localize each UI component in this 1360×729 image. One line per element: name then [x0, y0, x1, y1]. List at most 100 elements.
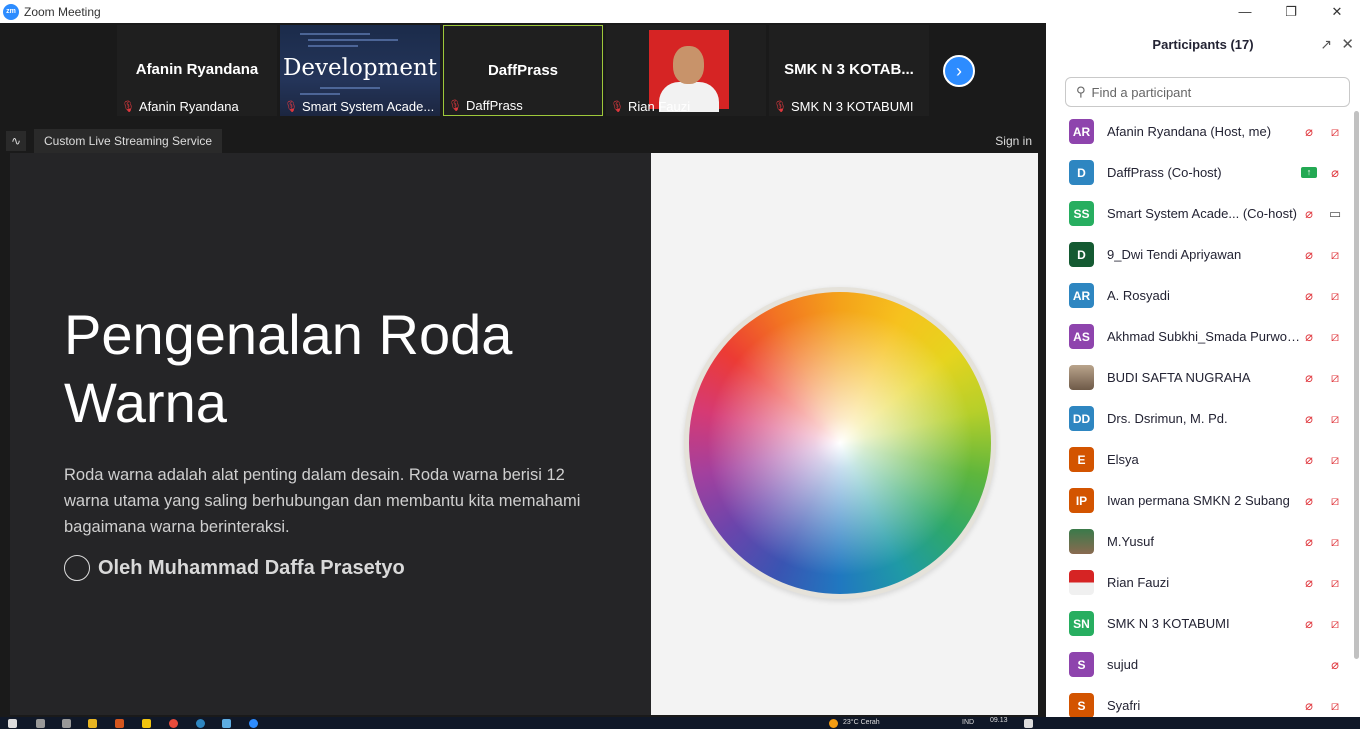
muted-mic-icon[interactable]: ⌀ [1301, 493, 1317, 508]
video-off-icon[interactable]: ⧄ [1325, 247, 1345, 262]
task-view-icon[interactable] [62, 719, 71, 728]
search-input[interactable] [1091, 84, 1332, 100]
participant-search: ⚲ [1065, 77, 1350, 107]
input-language[interactable]: IND [962, 719, 974, 728]
participant-avatar: DD [1069, 406, 1094, 431]
chrome-icon[interactable] [169, 719, 178, 728]
author-name: Oleh Muhammad Daffa Prasetyo [98, 556, 405, 579]
windows-taskbar: 23°C Cerah IND 09.13 [0, 717, 1360, 729]
video-thumbnail[interactable]: Afanin Ryandana 🎙︎ Afanin Ryandana [117, 25, 277, 116]
zoom-logo-icon: zm [3, 3, 19, 20]
next-page-arrow-icon[interactable]: › [943, 55, 975, 87]
participant-row[interactable]: D 9_Dwi Tendi Apriyawan ⌀ ⧄ [1046, 234, 1352, 275]
sign-in-link[interactable]: Sign in [995, 129, 1032, 153]
muted-mic-icon[interactable]: ⌀ [1301, 616, 1317, 631]
participant-name: M.Yusuf [1107, 534, 1154, 549]
participant-name: Iwan permana SMKN 2 Subang [1107, 493, 1290, 508]
participant-row[interactable]: E Elsya ⌀ ⧄ [1046, 439, 1352, 480]
video-off-icon[interactable]: ⧄ [1325, 452, 1345, 467]
muted-mic-icon[interactable]: ⌀ [1325, 165, 1345, 180]
muted-mic-icon: 🎙︎ [610, 100, 624, 113]
participant-row[interactable]: Rian Fauzi ⌀ ⧄ [1046, 562, 1352, 603]
video-on-icon[interactable]: ▭ [1325, 206, 1345, 221]
muted-mic-icon[interactable]: ⌀ [1301, 452, 1317, 467]
slide-text-area: Pengenalan Roda Warna Roda warna adalah … [10, 153, 651, 715]
muted-mic-icon[interactable]: ⌀ [1301, 370, 1317, 385]
muted-mic-icon[interactable]: ⌀ [1301, 534, 1317, 549]
minimize-button[interactable]: — [1222, 0, 1268, 23]
video-thumbnail[interactable]: 🎙︎ Rian Fauzi [606, 25, 766, 116]
muted-mic-icon[interactable]: ⌀ [1301, 575, 1317, 590]
participant-name: 9_Dwi Tendi Apriyawan [1107, 247, 1242, 262]
video-off-icon[interactable]: ⧄ [1325, 411, 1345, 426]
thumbnail-label: 🎙︎ Smart System Acade... [284, 97, 436, 115]
participant-row[interactable]: D DaffPrass (Co-host) ↑ ⌀ [1046, 152, 1352, 193]
participant-avatar: IP [1069, 488, 1094, 513]
thumbnail-label: 🎙︎ SMK N 3 KOTABUMI [773, 97, 925, 115]
participant-row[interactable]: DD Drs. Dsrimun, M. Pd. ⌀ ⧄ [1046, 398, 1352, 439]
live-streaming-label[interactable]: Custom Live Streaming Service [34, 129, 223, 153]
video-off-icon[interactable]: ⧄ [1325, 370, 1345, 385]
sticky-notes-icon[interactable] [142, 719, 151, 728]
participant-row[interactable]: SS Smart System Acade... (Co-host) ⌀ ▭ [1046, 193, 1352, 234]
slide-body: Roda warna adalah alat penting dalam des… [64, 466, 581, 536]
color-wheel [689, 292, 991, 594]
video-off-icon[interactable]: ⧄ [1325, 616, 1345, 631]
start-icon[interactable] [8, 719, 17, 728]
muted-mic-icon[interactable]: ⌀ [1301, 124, 1317, 139]
participant-name: Rian Fauzi [1107, 575, 1170, 590]
maximize-button[interactable]: ❐ [1268, 0, 1314, 23]
participant-name: Syafri [1107, 698, 1141, 713]
participant-row[interactable]: BUDI SAFTA NUGRAHA ⌀ ⧄ [1046, 357, 1352, 398]
participant-row[interactable]: AS Akhmad Subkhi_Smada Purwok... ⌀ ⧄ [1046, 316, 1352, 357]
participant-row[interactable]: AR A. Rosyadi ⌀ ⧄ [1046, 275, 1352, 316]
video-thumbnail[interactable]: Development 🎙︎ Smart System Acade... [280, 25, 440, 116]
participant-row[interactable]: Ssujud ⌀ [1046, 644, 1352, 685]
slide-author: Oleh Muhammad Daffa Prasetyo [64, 555, 405, 581]
video-off-icon[interactable]: ⧄ [1325, 575, 1345, 590]
thumbnail-display-name: Afanin Ryandana [135, 61, 259, 78]
video-off-icon[interactable]: ⧄ [1325, 329, 1345, 344]
video-off-icon[interactable]: ⧄ [1325, 698, 1345, 713]
muted-mic-icon[interactable]: ⌀ [1301, 206, 1317, 221]
video-thumbnail[interactable]: SMK N 3 KOTAB... 🎙︎ SMK N 3 KOTABUMI [769, 25, 929, 116]
search-taskbar-icon[interactable] [36, 719, 45, 728]
live-stream-icon[interactable]: ∿ [6, 131, 26, 151]
weather-text[interactable]: 23°C Cerah [843, 719, 880, 728]
clock[interactable]: 09.13 [990, 717, 1008, 726]
participant-avatar: SS [1069, 201, 1094, 226]
video-off-icon[interactable]: ⧄ [1325, 288, 1345, 303]
edge-icon[interactable] [196, 719, 205, 728]
photos-icon[interactable] [222, 719, 231, 728]
participant-row[interactable]: M.Yusuf ⌀ ⧄ [1046, 521, 1352, 562]
thumbnail-name: Afanin Ryandana [138, 98, 239, 114]
muted-mic-icon[interactable]: ⌀ [1301, 247, 1317, 262]
notification-icon[interactable] [1024, 719, 1033, 728]
participant-row[interactable]: IP Iwan permana SMKN 2 Subang ⌀ ⧄ [1046, 480, 1352, 521]
slide-image-area [651, 153, 1038, 715]
muted-mic-icon[interactable]: ⌀ [1301, 698, 1317, 713]
pop-out-icon[interactable]: ↗ [1320, 36, 1332, 53]
participant-row[interactable]: SN SMK N 3 KOTABUMI ⌀ ⧄ [1046, 603, 1352, 644]
zoom-taskbar-icon[interactable] [249, 719, 258, 728]
slide-title: Pengenalan Roda Warna [64, 303, 513, 434]
muted-mic-icon[interactable]: ⌀ [1325, 657, 1345, 672]
screen-share-icon: ↑ [1301, 167, 1317, 178]
muted-mic-icon[interactable]: ⌀ [1301, 288, 1317, 303]
file-explorer-icon[interactable] [88, 719, 97, 728]
panel-title: Participants (17) [1152, 37, 1254, 52]
video-off-icon[interactable]: ⧄ [1325, 493, 1345, 508]
window-title: Zoom Meeting [24, 4, 101, 19]
video-off-icon[interactable]: ⧄ [1325, 534, 1345, 549]
video-thumbnail-active[interactable]: DaffPrass 🎙︎ DaffPrass [443, 25, 603, 116]
muted-mic-icon[interactable]: ⌀ [1301, 411, 1317, 426]
participant-list-scrollbar[interactable] [1354, 111, 1359, 659]
color-wheel-image [684, 287, 996, 599]
window-controls: — ❐ ✕ [1222, 0, 1360, 23]
video-off-icon[interactable]: ⧄ [1325, 124, 1345, 139]
close-window-button[interactable]: ✕ [1314, 0, 1360, 23]
muted-mic-icon[interactable]: ⌀ [1301, 329, 1317, 344]
close-panel-icon[interactable]: ✕ [1341, 35, 1354, 53]
acrobat-icon[interactable] [115, 719, 124, 728]
participant-row[interactable]: AR Afanin Ryandana (Host, me) ⌀ ⧄ [1046, 111, 1352, 152]
